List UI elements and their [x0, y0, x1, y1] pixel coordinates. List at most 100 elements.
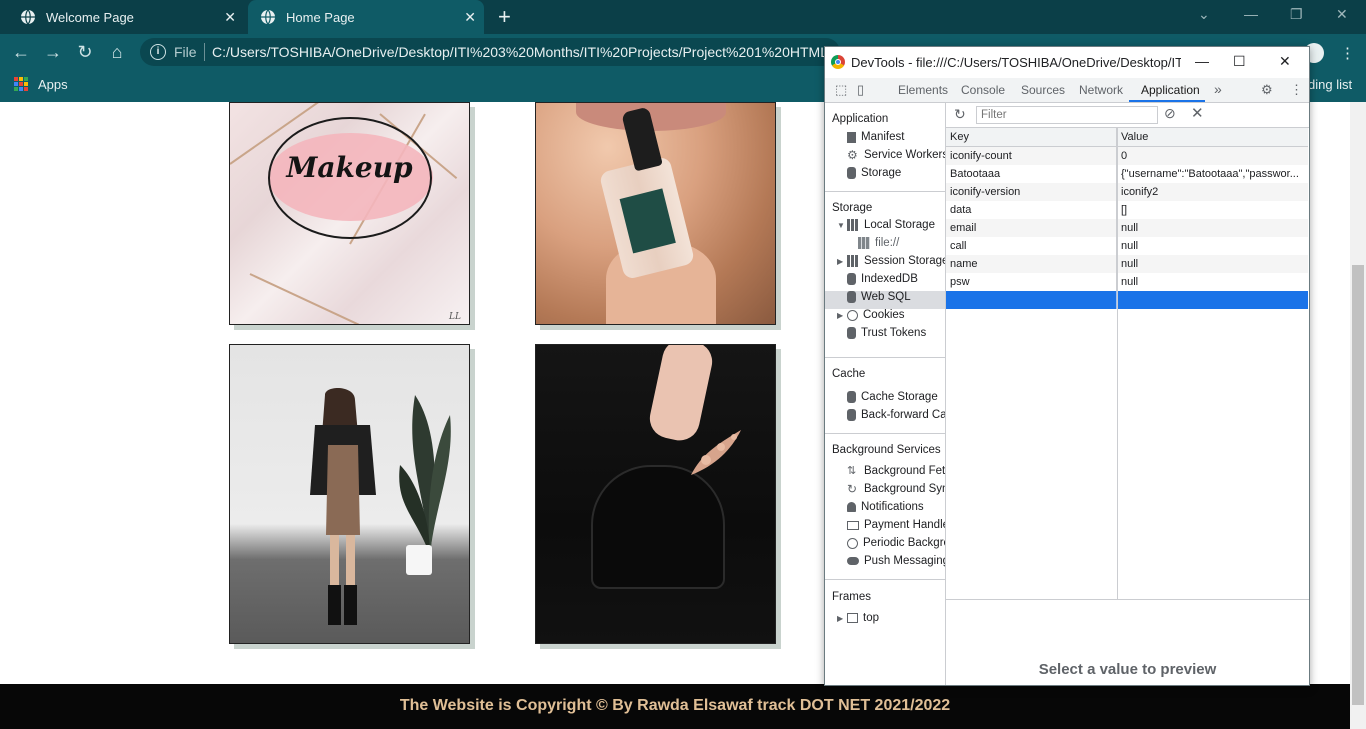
sidebar-item-session-storage[interactable]: Session Storage — [847, 255, 946, 267]
divider — [825, 433, 945, 434]
scrollbar-thumb[interactable] — [1352, 265, 1364, 705]
forward-icon[interactable]: → — [42, 42, 64, 63]
expand-arrow-icon[interactable]: ▶ — [837, 614, 843, 623]
table-row[interactable]: email null — [946, 219, 1308, 237]
row-value[interactable] — [1117, 291, 1308, 309]
sidebar-item-label: Service Workers — [864, 149, 946, 161]
inspect-icon[interactable]: ⬚ — [835, 82, 847, 98]
card-icon — [847, 520, 859, 530]
url-text[interactable]: C:/Users/TOSHIBA/OneDrive/Desktop/ITI%20… — [212, 44, 832, 60]
sync-icon: ↻ — [847, 482, 858, 496]
sidebar-item-payment-handler[interactable]: Payment Handler — [847, 519, 945, 531]
copyright-text: The Website is Copyright © By Rawda Elsa… — [399, 697, 951, 714]
sidebar-item-notifications[interactable]: Notifications — [847, 501, 924, 513]
sidebar-item-cookies[interactable]: Cookies — [847, 309, 905, 321]
devtools-titlebar[interactable]: DevTools - file:///C:/Users/TOSHIBA/OneD… — [825, 47, 1309, 77]
column-key[interactable]: Key — [946, 128, 1117, 146]
gear-icon[interactable]: ⚙ — [1261, 82, 1273, 98]
sidebar-item-cache-storage[interactable]: Cache Storage — [847, 391, 938, 403]
expand-arrow-icon[interactable]: ▶ — [837, 311, 843, 320]
row-value: null — [1121, 276, 1139, 288]
clear-all-icon[interactable]: ⊘ — [1164, 105, 1176, 122]
sidebar-item-manifest[interactable]: Manifest — [847, 131, 904, 143]
table-row[interactable]: call null — [946, 237, 1308, 255]
sidebar-item-file-origin[interactable]: file:// — [858, 237, 899, 249]
tab-console[interactable]: Console — [961, 83, 1005, 97]
bag-image — [535, 344, 776, 644]
column-divider[interactable] — [1117, 128, 1118, 599]
table-row[interactable]: name null — [946, 255, 1308, 273]
table-row[interactable]: psw null — [946, 273, 1308, 291]
sidebar-item-trust-tokens[interactable]: Trust Tokens — [847, 327, 926, 339]
tab-elements[interactable]: Elements — [898, 83, 948, 97]
table-row[interactable]: data [] — [946, 201, 1308, 219]
sidebar-item-background-sync[interactable]: ↻ Background Sync — [847, 482, 945, 496]
divider — [825, 191, 945, 192]
plant-pot — [406, 545, 432, 575]
up-down-arrows-icon: ⇅ — [847, 465, 857, 477]
sidebar-item-background-fetch[interactable]: ⇅ Background Fetcl — [847, 465, 946, 477]
sidebar-item-label: Background Fetcl — [864, 465, 946, 477]
sidebar-item-top-frame[interactable]: top — [847, 612, 879, 624]
menu-icon[interactable]: ⋮ — [1340, 44, 1355, 62]
row-key[interactable] — [946, 291, 1117, 309]
sidebar-item-service-workers[interactable]: ⚙ Service Workers — [847, 149, 946, 161]
active-tab-indicator — [1129, 100, 1205, 102]
row-value: {"username":"Batootaaa","passwor... — [1121, 168, 1299, 180]
sidebar-item-web-sql[interactable]: Web SQL — [847, 291, 911, 303]
minimize-button[interactable]: — — [1244, 6, 1258, 22]
table-row[interactable]: iconify-count 0 — [946, 147, 1308, 165]
preview-divider[interactable] — [946, 599, 1309, 600]
table-row[interactable]: Batootaaa {"username":"Batootaaa","passwo… — [946, 165, 1308, 183]
serum-image — [535, 102, 776, 325]
database-icon — [847, 409, 856, 421]
maximize-button[interactable]: ☐ — [1233, 53, 1246, 70]
storage-toolbar: ↻ ⊘ ✕ — [946, 103, 1309, 128]
section-storage: Storage — [832, 202, 873, 214]
tab-network[interactable]: Network — [1079, 83, 1123, 97]
sidebar-item-local-storage[interactable]: Local Storage — [847, 219, 935, 231]
back-icon[interactable]: ← — [10, 42, 32, 63]
table-header: Key Value — [946, 128, 1308, 147]
sidebar-item-storage[interactable]: Storage — [847, 167, 901, 179]
address-bar[interactable]: i File C:/Users/TOSHIBA/OneDrive/Desktop… — [140, 38, 840, 66]
refresh-icon[interactable]: ↻ — [954, 106, 966, 123]
tab-home-page[interactable]: Home Page ✕ — [248, 0, 484, 34]
table-row[interactable]: iconify-version iconify2 — [946, 183, 1308, 201]
sidebar-item-back-forward-cache[interactable]: Back-forward Cac — [847, 409, 946, 421]
sidebar-item-label: Back-forward Cac — [861, 409, 946, 421]
filter-input[interactable] — [976, 106, 1158, 124]
window-close-button[interactable]: ✕ — [1336, 6, 1348, 23]
tab-sources[interactable]: Sources — [1021, 83, 1065, 97]
sidebar-item-label: Session Storage — [864, 255, 946, 267]
sidebar-item-periodic-background-sync[interactable]: Periodic Backgro — [847, 537, 945, 549]
sidebar-item-push-messaging[interactable]: Push Messaging — [847, 555, 945, 567]
sidebar-item-indexeddb[interactable]: IndexedDB — [847, 273, 918, 285]
chevron-down-icon[interactable]: ⌄ — [1198, 6, 1210, 23]
delete-selected-icon[interactable]: ✕ — [1191, 104, 1204, 122]
column-value[interactable]: Value — [1117, 128, 1308, 146]
device-toolbar-icon[interactable]: ▯ — [857, 82, 864, 98]
apps-bookmark[interactable]: Apps — [38, 77, 68, 92]
apps-icon[interactable] — [14, 77, 28, 91]
new-entry-row[interactable] — [946, 291, 1308, 309]
expand-arrow-icon[interactable]: ▼ — [837, 221, 845, 230]
info-icon[interactable]: i — [150, 44, 166, 60]
close-button[interactable]: ✕ — [1279, 53, 1291, 70]
kebab-menu-icon[interactable]: ⋮ — [1290, 82, 1303, 98]
divider — [204, 43, 205, 61]
close-icon[interactable]: ✕ — [464, 9, 476, 26]
reload-icon[interactable]: ↻ — [74, 42, 96, 63]
home-icon[interactable]: ⌂ — [106, 42, 128, 63]
plant — [399, 395, 451, 555]
tab-welcome-page[interactable]: Welcome Page ✕ — [8, 0, 244, 34]
devtools-title: DevTools - file:///C:/Users/TOSHIBA/OneD… — [851, 55, 1181, 70]
restore-button[interactable]: ❐ — [1290, 6, 1303, 23]
expand-arrow-icon[interactable]: ▶ — [837, 257, 843, 266]
more-tabs-icon[interactable]: » — [1214, 81, 1222, 97]
reading-list-button[interactable]: ding list — [1308, 77, 1352, 92]
minimize-button[interactable]: — — [1195, 53, 1209, 69]
tab-application[interactable]: Application — [1141, 83, 1200, 97]
close-icon[interactable]: ✕ — [224, 9, 236, 26]
new-tab-button[interactable]: + — [498, 4, 511, 30]
